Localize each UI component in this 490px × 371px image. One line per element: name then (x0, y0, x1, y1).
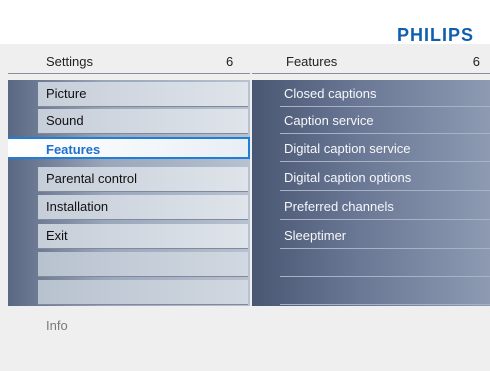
features-count: 6 (472, 54, 480, 69)
settings-menu: Picture Sound Features Parental control … (8, 80, 250, 306)
menu-item-label: Installation (46, 199, 109, 214)
submenu-item-empty (280, 280, 490, 305)
menu-item-exit[interactable]: Exit (38, 224, 248, 249)
menu-item-installation[interactable]: Installation (38, 195, 248, 220)
submenu-item-label: Digital caption options (284, 170, 412, 185)
divider-left (8, 73, 250, 74)
menu-item-label: Exit (46, 228, 68, 243)
menu-item-label: Parental control (46, 171, 138, 186)
submenu-item-label: Digital caption service (284, 141, 411, 156)
menu-item-features[interactable]: Features (8, 137, 250, 159)
submenu-item-label: Preferred channels (284, 199, 394, 214)
menu-item-label: Features (46, 142, 101, 157)
submenu-item-label: Closed captions (284, 86, 377, 101)
menu-item-picture[interactable]: Picture (38, 82, 248, 107)
menu-item-empty (38, 252, 248, 277)
features-title: Features (286, 54, 338, 69)
submenu-item-digital-caption-options[interactable]: Digital caption options (280, 166, 490, 191)
submenu-item-preferred-channels[interactable]: Preferred channels (280, 195, 490, 220)
settings-count: 6 (226, 54, 234, 69)
submenu-item-digital-caption-service[interactable]: Digital caption service (280, 137, 490, 162)
menu-item-label: Picture (46, 86, 87, 101)
top-bar: PHILIPS (0, 0, 490, 45)
features-submenu: Closed captions Caption service Digital … (252, 80, 490, 306)
submenu-item-label: Caption service (284, 113, 374, 128)
info-label: Info (46, 318, 68, 333)
menu-item-sound[interactable]: Sound (38, 109, 248, 134)
submenu-item-empty (280, 252, 490, 277)
settings-title: Settings (46, 54, 93, 69)
brand-logo: PHILIPS (396, 25, 474, 45)
submenu-item-sleeptimer[interactable]: Sleeptimer (280, 224, 490, 249)
menu-item-label: Sound (46, 113, 84, 128)
submenu-item-closed-captions[interactable]: Closed captions (280, 82, 490, 107)
divider-right (252, 73, 490, 74)
menu-item-parental-control[interactable]: Parental control (38, 167, 248, 192)
submenu-item-caption-service[interactable]: Caption service (280, 109, 490, 134)
menu-header: Settings 6 Features 6 (0, 52, 490, 74)
menu-item-empty (38, 280, 248, 305)
tv-menu-screen: PHILIPS Settings 6 Features 6 Picture So… (0, 0, 490, 371)
submenu-item-label: Sleeptimer (284, 228, 347, 243)
